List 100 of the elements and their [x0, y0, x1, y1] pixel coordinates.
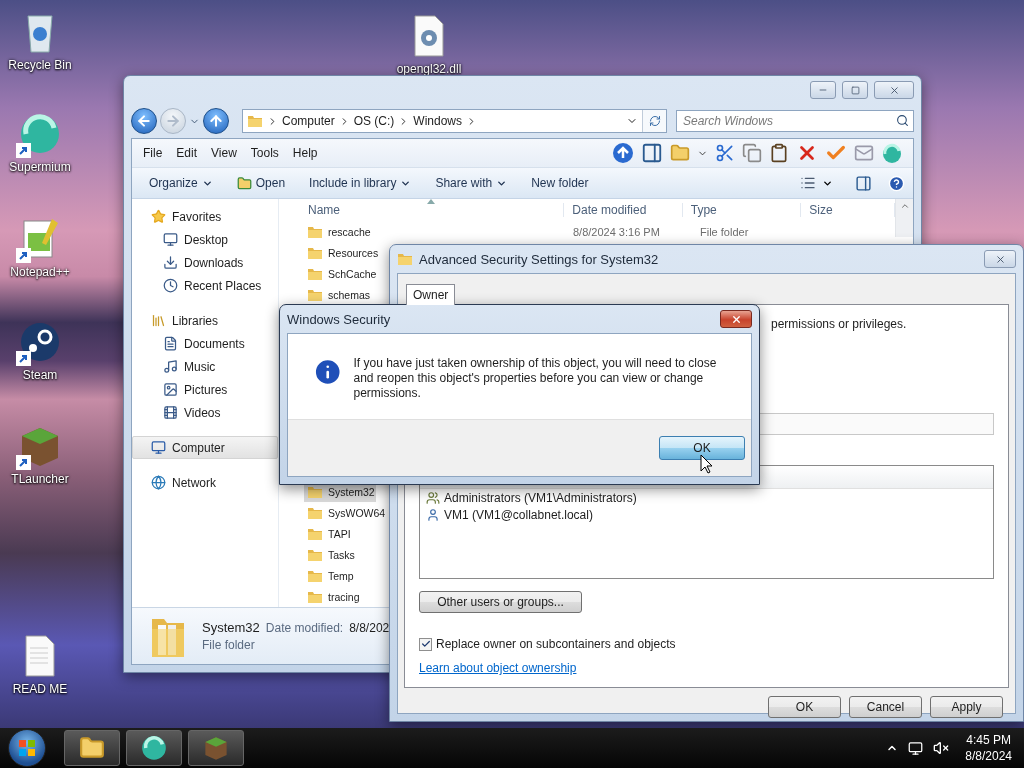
nav-item[interactable]: Libraries: [132, 309, 278, 332]
minimize-button[interactable]: [810, 81, 836, 99]
windows-flag-icon: [18, 739, 36, 757]
maximize-button[interactable]: [842, 81, 868, 99]
muted-speaker-icon[interactable]: [933, 740, 950, 756]
breadcrumb-item[interactable]: OS (C:): [353, 114, 395, 128]
details-date-label: Date modified:: [265, 621, 344, 635]
dialog-button[interactable]: Cancel: [849, 696, 922, 718]
back-button[interactable]: [131, 108, 157, 134]
owner-item[interactable]: VM1 (VM1@collabnet.local): [420, 506, 993, 523]
date-cell-text: 8/8/2024 3:16 PM: [572, 225, 661, 238]
document-icon: [163, 336, 178, 351]
ok-button[interactable]: OK: [659, 436, 745, 460]
dialog-button[interactable]: Apply: [930, 696, 1003, 718]
desktop-icon: [163, 232, 178, 247]
nav-item[interactable]: Desktop: [132, 228, 278, 251]
refresh-button[interactable]: [642, 110, 666, 132]
other-users-button[interactable]: Other users or groups...: [419, 591, 582, 613]
taskbar-app-button[interactable]: [188, 730, 244, 766]
close-icon: [994, 253, 1006, 265]
copy-icon[interactable]: [742, 143, 762, 163]
nav-item[interactable]: Documents: [132, 332, 278, 355]
preview-pane-icon[interactable]: [855, 174, 872, 192]
cut-icon[interactable]: [715, 143, 735, 163]
command-button[interactable]: Include in library: [300, 173, 421, 193]
browser-icon: [18, 112, 62, 156]
envelope-icon[interactable]: [854, 143, 874, 163]
library-icon: [151, 313, 166, 328]
taskbar-app-button[interactable]: [126, 730, 182, 766]
owner-item[interactable]: Administrators (VM1\Administrators): [420, 489, 993, 506]
command-button[interactable]: Share with: [426, 173, 517, 193]
folder-item[interactable]: rescache: [304, 221, 372, 242]
star-icon: [151, 209, 166, 224]
details-date: 8/8/202: [349, 621, 390, 635]
grass-block-icon: [203, 735, 229, 761]
search-icon[interactable]: [896, 114, 909, 127]
menu-item[interactable]: Edit: [169, 146, 205, 160]
menu-item[interactable]: Tools: [243, 146, 286, 160]
folder-item[interactable]: Resources: [304, 242, 380, 263]
close-button[interactable]: [720, 310, 752, 328]
command-button[interactable]: Open: [227, 172, 295, 194]
column-header[interactable]: Name: [300, 203, 565, 217]
clock[interactable]: 4:45 PM 8/8/2024: [959, 732, 1016, 764]
search-field[interactable]: Search Windows: [676, 110, 914, 132]
desktop-icon-label[interactable]: Steam: [22, 368, 58, 382]
desktop-icon-label[interactable]: READ ME: [12, 682, 68, 696]
desktop-icon-label[interactable]: opengl32.dll: [396, 62, 462, 76]
dialog-button[interactable]: OK: [768, 696, 841, 718]
tab[interactable]: Owner: [406, 284, 456, 305]
ownership-link[interactable]: Learn about object ownership: [419, 661, 577, 675]
scroll-bar[interactable]: [895, 199, 913, 237]
folder-item[interactable]: tracing: [304, 586, 361, 607]
open-folder-icon: [236, 175, 252, 191]
folder-item[interactable]: TAPI: [304, 523, 352, 544]
arrow-up-icon: [208, 113, 224, 129]
nav-item[interactable]: Recent Places: [132, 274, 278, 297]
taskbar-app-button[interactable]: [64, 730, 120, 766]
nav-item[interactable]: Videos: [132, 401, 278, 424]
command-button[interactable]: New folder: [522, 173, 598, 193]
view-options-icon[interactable]: [800, 175, 816, 191]
folder-icon: [247, 113, 263, 129]
folder-item[interactable]: schemas: [304, 284, 371, 305]
scroll-up-icon[interactable]: [899, 201, 910, 211]
column-header[interactable]: Date modified: [564, 203, 683, 217]
desktop-icon-label[interactable]: Recycle Bin: [8, 58, 72, 72]
folder-icon[interactable]: [670, 143, 690, 163]
users-icon: [426, 490, 440, 505]
nav-item[interactable]: Favorites: [132, 205, 278, 228]
network-icon[interactable]: [908, 740, 924, 756]
command-button[interactable]: Organize: [140, 173, 222, 193]
pane-icon[interactable]: [641, 142, 663, 164]
nav-item[interactable]: Pictures: [132, 378, 278, 401]
folder-item[interactable]: SysWOW64: [304, 502, 387, 523]
browser-icon: [141, 735, 167, 761]
paste-icon[interactable]: [769, 143, 789, 163]
details-type: File folder: [202, 638, 256, 652]
help-icon[interactable]: [888, 174, 905, 192]
folder-item[interactable]: SchCache: [304, 263, 378, 284]
folder-item[interactable]: Temp: [304, 565, 355, 586]
start-button[interactable]: [8, 729, 46, 767]
folder-item[interactable]: Tasks: [304, 544, 356, 565]
column-header[interactable]: Type: [682, 203, 802, 217]
folder-icon: [397, 251, 413, 267]
up-folder-icon[interactable]: [612, 142, 634, 164]
menu-item[interactable]: View: [204, 146, 244, 160]
breadcrumb-item[interactable]: Windows: [413, 114, 463, 128]
checkbox[interactable]: [419, 637, 432, 651]
up-button[interactable]: [203, 108, 229, 134]
desktop-icon-label[interactable]: TLauncher: [11, 472, 69, 486]
nav-item[interactable]: Music: [132, 355, 278, 378]
breadcrumb-item[interactable]: Computer: [282, 114, 335, 128]
menu-item[interactable]: Help: [285, 146, 325, 160]
nav-item[interactable]: Downloads: [132, 251, 278, 274]
address-bar[interactable]: Computer OS (C:) Windows: [242, 109, 667, 133]
menu-item[interactable]: File: [136, 146, 170, 160]
nav-item[interactable]: Network: [132, 471, 278, 494]
nav-item[interactable]: Computer: [132, 436, 278, 459]
download-icon: [163, 255, 178, 270]
user-icon: [426, 507, 440, 522]
film-icon: [163, 405, 178, 420]
